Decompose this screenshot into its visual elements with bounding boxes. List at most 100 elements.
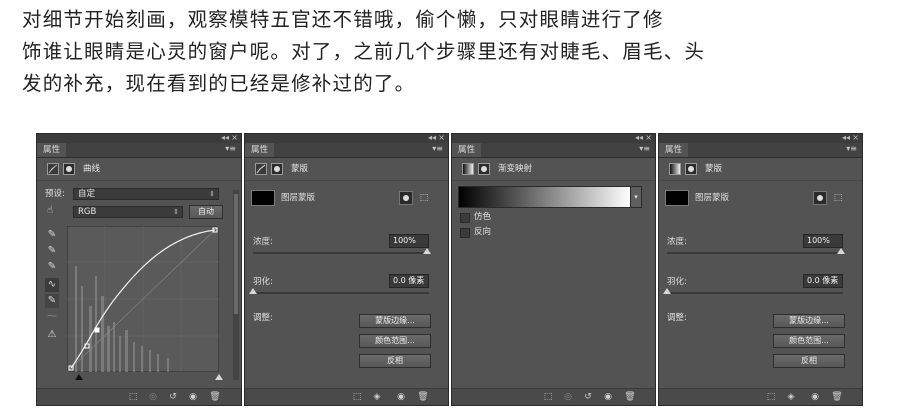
mask-icon[interactable] xyxy=(271,163,283,175)
mask-edge-button[interactable]: 蒙版边缘... xyxy=(359,314,431,328)
mask-edge-button[interactable]: 蒙版边缘... xyxy=(773,314,845,328)
load-selection-icon[interactable]: ⬚ xyxy=(765,391,777,403)
clipping-icon[interactable]: ⚠ xyxy=(45,328,59,342)
density-slider-track[interactable] xyxy=(253,252,429,254)
mask-icon[interactable] xyxy=(685,163,697,175)
panel-top-bar: ◂◂ × xyxy=(452,134,655,143)
clip-to-layer-icon[interactable]: ⬚ xyxy=(127,391,139,403)
close-icon[interactable]: × xyxy=(852,134,859,143)
density-field[interactable]: 100% xyxy=(803,234,843,248)
panel-menu-icon[interactable]: ▾≡ xyxy=(225,144,236,153)
reset-icon[interactable]: ↺ xyxy=(167,391,179,403)
invert-button[interactable]: 反相 xyxy=(773,354,845,368)
mask-properties-panel: ◂◂ × 属性 ▾≡ 蒙版 图层蒙版 ⬚ 浓度: 100% 羽化: 0.0 像素… xyxy=(244,133,449,406)
preset-select[interactable]: 自定 ⇕ xyxy=(73,188,219,200)
panel-scrollbar[interactable] xyxy=(233,190,239,380)
visibility-icon[interactable]: ◉ xyxy=(187,391,199,403)
load-selection-icon[interactable]: ⬚ xyxy=(351,391,363,403)
pixel-mask-button[interactable] xyxy=(399,191,413,205)
panel-header: 渐变映射 xyxy=(452,158,655,181)
pixel-mask-button[interactable] xyxy=(813,191,827,205)
panel-menu-icon[interactable]: ▾≡ xyxy=(639,144,650,153)
auto-button[interactable]: 自动 xyxy=(189,205,223,219)
tab-properties[interactable]: 属性 xyxy=(452,143,482,157)
color-range-button[interactable]: 颜色范围... xyxy=(359,334,431,348)
clip-to-layer-icon[interactable]: ⬚ xyxy=(542,391,554,403)
invert-button[interactable]: 反相 xyxy=(359,354,431,368)
color-range-button[interactable]: 颜色范围... xyxy=(773,334,845,348)
panel-top-bar: ◂◂ × xyxy=(659,134,862,143)
pencil-icon[interactable]: ✎ xyxy=(45,294,59,308)
chevron-down-icon: ⇕ xyxy=(173,208,179,216)
panel-tab-row: 属性 ▾≡ xyxy=(37,143,241,158)
apply-mask-icon[interactable]: ◈ xyxy=(785,391,797,403)
gradient-map-icon[interactable] xyxy=(669,163,681,175)
close-icon[interactable]: × xyxy=(231,134,238,143)
vector-mask-icon[interactable]: ⬚ xyxy=(831,191,845,205)
chevron-down-icon: ⇕ xyxy=(209,190,215,198)
eyedropper-black-icon[interactable]: ✎ xyxy=(45,228,59,242)
eyedropper-white-icon[interactable]: ✎ xyxy=(45,260,59,274)
trash-icon[interactable]: 🗑 xyxy=(417,391,429,403)
black-point-slider[interactable] xyxy=(75,374,83,380)
white-point-slider[interactable] xyxy=(215,374,223,380)
mask-icon[interactable] xyxy=(478,163,490,175)
reverse-checkbox[interactable] xyxy=(460,228,470,238)
visibility-icon[interactable]: ◉ xyxy=(602,391,614,403)
reset-icon[interactable]: ↺ xyxy=(582,391,594,403)
collapse-icon[interactable]: ◂◂ xyxy=(635,134,643,143)
curves-icon[interactable] xyxy=(255,163,267,175)
channel-select[interactable]: RGB ⇕ xyxy=(73,206,183,218)
panel-menu-icon[interactable]: ▾≡ xyxy=(846,144,857,153)
curves-icon[interactable] xyxy=(47,163,59,175)
view-previous-icon[interactable]: ◎ xyxy=(562,391,574,403)
feather-slider-track[interactable] xyxy=(253,292,429,294)
mask-thumbnail[interactable] xyxy=(665,190,689,206)
panel-tab-row: 属性 ▾≡ xyxy=(659,143,862,158)
collapse-icon[interactable]: ◂◂ xyxy=(428,134,436,143)
panel-menu-icon[interactable]: ▾≡ xyxy=(432,144,443,153)
density-slider-thumb[interactable] xyxy=(837,248,845,254)
mask-thumbnail[interactable] xyxy=(251,190,275,206)
gradient-map-icon[interactable] xyxy=(462,163,474,175)
gradient-dropdown-button[interactable]: ▾ xyxy=(630,186,642,208)
collapse-icon[interactable]: ◂◂ xyxy=(842,134,850,143)
feather-slider-thumb[interactable] xyxy=(249,288,257,294)
close-icon[interactable]: × xyxy=(438,134,445,143)
collapse-icon[interactable]: ◂◂ xyxy=(221,134,229,143)
mask-icon[interactable] xyxy=(63,163,75,175)
view-previous-icon[interactable]: ◎ xyxy=(147,391,159,403)
feather-field[interactable]: 0.0 像素 xyxy=(803,274,843,288)
feather-field[interactable]: 0.0 像素 xyxy=(389,274,429,288)
mask-label: 图层蒙版 xyxy=(695,193,730,203)
adjust-label: 调整: xyxy=(253,313,273,323)
panel-top-bar: ◂◂ × xyxy=(245,134,448,143)
visibility-icon[interactable]: ◉ xyxy=(809,391,821,403)
density-slider-thumb[interactable] xyxy=(423,248,431,254)
hand-adjust-icon[interactable]: ☝ xyxy=(43,204,57,218)
feather-slider-thumb[interactable] xyxy=(663,288,671,294)
paragraph-line-1: 对细节开始刻画，观察模特五官还不错哦，偷个懒，只对眼睛进行了修 xyxy=(22,8,664,31)
dither-checkbox[interactable] xyxy=(460,213,470,223)
gradient-preview[interactable] xyxy=(458,186,632,208)
tab-properties[interactable]: 属性 xyxy=(37,143,67,157)
vector-mask-icon[interactable]: ⬚ xyxy=(417,191,431,205)
panel-bottom-bar: ⬚ ◈ ◉ 🗑 xyxy=(245,388,448,405)
eyedropper-gray-icon[interactable]: ✎ xyxy=(45,244,59,258)
apply-mask-icon[interactable]: ◈ xyxy=(371,391,383,403)
panel-bottom-bar: ⬚ ◈ ◉ 🗑 xyxy=(659,388,862,405)
mask-properties-panel-2: ◂◂ × 属性 ▾≡ 蒙版 图层蒙版 ⬚ 浓度: 100% 羽化: 0.0 像素… xyxy=(658,133,863,406)
density-field[interactable]: 100% xyxy=(389,234,429,248)
close-icon[interactable]: × xyxy=(645,134,652,143)
tab-properties[interactable]: 属性 xyxy=(659,143,689,157)
tab-properties[interactable]: 属性 xyxy=(245,143,275,157)
visibility-icon[interactable]: ◉ xyxy=(395,391,407,403)
smooth-icon[interactable]: ⁓ xyxy=(45,310,59,324)
density-slider-track[interactable] xyxy=(667,252,843,254)
trash-icon[interactable]: 🗑 xyxy=(624,391,636,403)
curve-tool-icon[interactable]: ∿ xyxy=(45,278,59,292)
curve-graph[interactable] xyxy=(67,226,219,372)
feather-slider-track[interactable] xyxy=(667,292,843,294)
trash-icon[interactable]: 🗑 xyxy=(209,391,221,403)
trash-icon[interactable]: 🗑 xyxy=(831,391,843,403)
